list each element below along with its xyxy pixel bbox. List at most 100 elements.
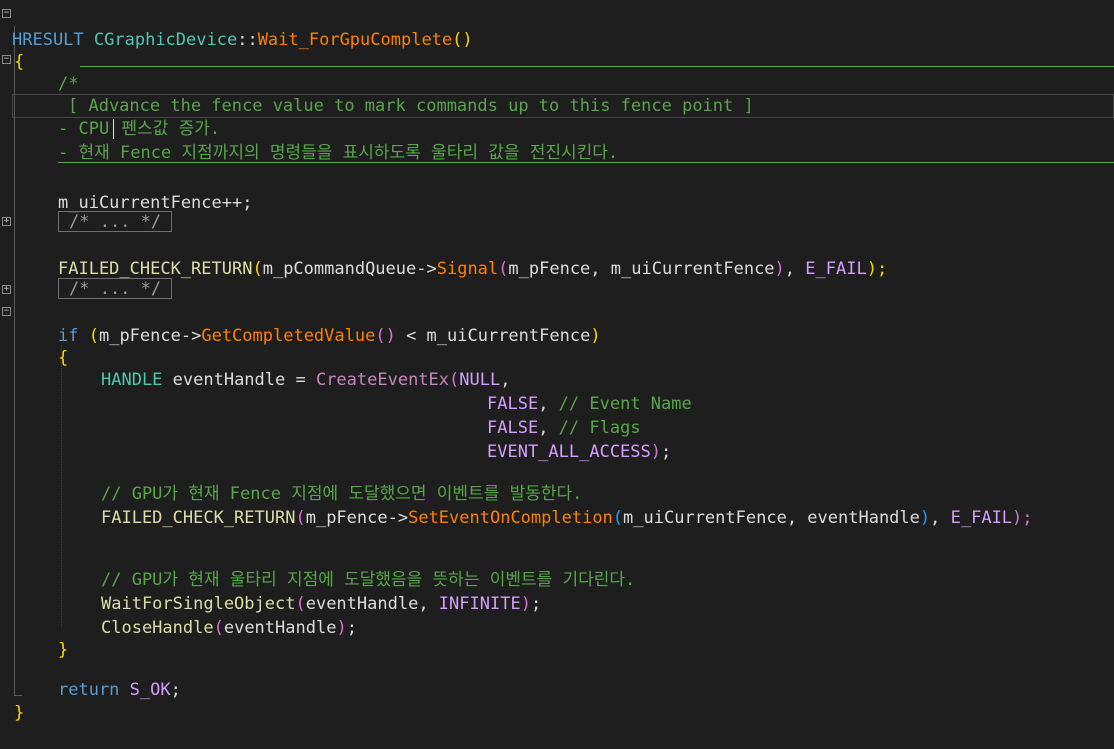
- semicolon: ;: [170, 680, 181, 700]
- paren: (: [612, 508, 624, 528]
- comma: ,: [786, 508, 808, 528]
- comment-open: /*: [58, 74, 79, 94]
- code-line-17: FALSE, // Flags: [0, 392, 641, 438]
- code-line-20: // GPU가 현재 Fence 지점에 도달했으면 이벤트를 발동한다.: [0, 458, 582, 504]
- current-line-highlight: [12, 94, 1114, 118]
- comment-text: 펜스값 증가.: [111, 119, 221, 139]
- paren: ): [919, 508, 931, 528]
- method-call: SetEventOnCompletion: [408, 508, 613, 528]
- comment-rule: [80, 66, 1114, 67]
- paren: ): [774, 259, 785, 279]
- arrow: ->: [387, 508, 409, 528]
- code-line-4: [ Advance the fence value to mark comman…: [0, 70, 754, 116]
- macro-constant: E_FAIL: [805, 259, 867, 279]
- paren: );: [866, 259, 888, 279]
- paren: ): [590, 326, 601, 346]
- macro-call: FAILED_CHECK_RETURN: [101, 508, 296, 528]
- comma: ,: [930, 508, 951, 528]
- close-brace: }: [58, 640, 69, 660]
- code-line-10: FAILED_CHECK_RETURN(m_pCommandQueue->Sig…: [0, 233, 887, 279]
- code-line-13: if (m_pFence->GetCompletedValue() < m_ui…: [0, 300, 601, 346]
- keyword-if: if: [58, 326, 79, 346]
- code-line-21: FAILED_CHECK_RETURN(m_pFence->SetEventOn…: [0, 482, 1033, 528]
- code-line-25: CloseHandle(eventHandle);: [0, 592, 357, 638]
- identifier: eventHandle: [807, 508, 920, 528]
- code-line-28: return S_OK;: [0, 654, 181, 700]
- code-line-16: FALSE, // Event Name: [0, 368, 692, 414]
- identifier: eventHandle: [305, 594, 419, 614]
- comma: ,: [538, 394, 559, 414]
- code-line-18: EVENT_ALL_ACCESS);: [0, 416, 671, 462]
- identifier: m_uiCurrentFence: [623, 508, 787, 528]
- macro-constant: INFINITE: [438, 594, 521, 614]
- paren: (: [213, 618, 224, 638]
- function-call: CreateEventEx: [315, 370, 450, 390]
- method-call: Signal: [436, 259, 499, 279]
- semicolon: ;: [346, 618, 357, 638]
- code-line-23: // GPU가 현재 울타리 지점에 도달했음을 뜻하는 이벤트를 기다린다.: [0, 544, 635, 590]
- identifier: m_pFence: [98, 326, 181, 346]
- type-name: HANDLE: [101, 370, 163, 390]
- paren: );: [1012, 508, 1033, 528]
- arrow: ->: [416, 259, 437, 279]
- operator: <: [395, 326, 427, 346]
- paren: (: [78, 326, 99, 346]
- code-line-8: m_uiCurrentFence++;: [0, 167, 252, 213]
- code-line-26: }: [0, 614, 68, 660]
- method-call: GetCompletedValue: [201, 326, 376, 346]
- macro-constant: S_OK: [129, 680, 171, 700]
- comment-rule: [58, 162, 1114, 163]
- comma: ,: [418, 594, 439, 614]
- code-line-29: }: [0, 677, 41, 723]
- identifier: m_uiCurrentFence: [610, 259, 775, 279]
- comment-text: // GPU가 현재 Fence 지점에 도달했으면 이벤트를 발동한다.: [101, 484, 583, 504]
- code-editor[interactable]: − − + + − HRESULT CGraphicDevice::Wait_F…: [0, 0, 1114, 723]
- close-brace: }: [14, 703, 25, 723]
- code-line-14: {: [0, 322, 68, 368]
- indent-guide: [61, 345, 63, 627]
- function-call: CloseHandle: [101, 618, 214, 638]
- code-line-15: HANDLE eventHandle = CreateEventEx(NULL,: [0, 344, 510, 390]
- paren: (: [498, 259, 509, 279]
- paren: (: [252, 259, 263, 279]
- code-line-3: /*: [0, 48, 78, 94]
- code-line-5: - CPU 펜스값 증가.: [0, 93, 220, 139]
- keyword-return: return: [58, 680, 120, 700]
- identifier: m_pCommandQueue: [262, 259, 417, 279]
- identifier: m_uiCurrentFence: [426, 326, 591, 346]
- class-name: CGraphicDevice: [93, 30, 238, 50]
- macro-constant: EVENT_ALL_ACCESS: [487, 442, 651, 462]
- identifier: m_pFence: [305, 508, 388, 528]
- identifier: m_pFence: [508, 259, 591, 279]
- paren: (): [452, 30, 473, 50]
- inline-comment: // Flags: [558, 418, 641, 438]
- collapsed-comment[interactable]: /* ... */: [58, 278, 173, 299]
- paren: (: [295, 508, 306, 528]
- paren: (: [295, 594, 306, 614]
- comma: ,: [538, 418, 559, 438]
- function-call: WaitForSingleObject: [101, 594, 296, 614]
- open-brace: {: [58, 348, 69, 368]
- macro-constant: FALSE: [487, 418, 539, 438]
- macro-constant: FALSE: [487, 394, 539, 414]
- semicolon: ;: [661, 442, 672, 462]
- arrow: ->: [180, 326, 202, 346]
- inline-comment: // Event Name: [558, 394, 692, 414]
- comma: ,: [784, 259, 806, 279]
- paren: (: [449, 370, 460, 390]
- identifier: eventHandle: [223, 618, 337, 638]
- code-line-1: HRESULT CGraphicDevice::Wait_ForGpuCompl…: [0, 4, 473, 50]
- paren: ): [650, 442, 662, 462]
- semicolon: ;: [530, 594, 542, 614]
- macro-constant: E_FAIL: [950, 508, 1013, 528]
- comment-text: // GPU가 현재 울타리 지점에 도달했음을 뜻하는 이벤트를 기다린다.: [101, 570, 636, 590]
- scope-operator: ::: [237, 30, 258, 50]
- paren: ): [336, 618, 347, 638]
- function-name: Wait_ForGpuComplete: [257, 30, 453, 50]
- code-line-24: WaitForSingleObject(eventHandle, INFINIT…: [0, 568, 541, 614]
- comma: ,: [590, 259, 611, 279]
- paren: (): [375, 326, 396, 346]
- collapsed-comment[interactable]: /* ... */: [58, 211, 173, 232]
- comment-text: - CPU: [58, 119, 110, 139]
